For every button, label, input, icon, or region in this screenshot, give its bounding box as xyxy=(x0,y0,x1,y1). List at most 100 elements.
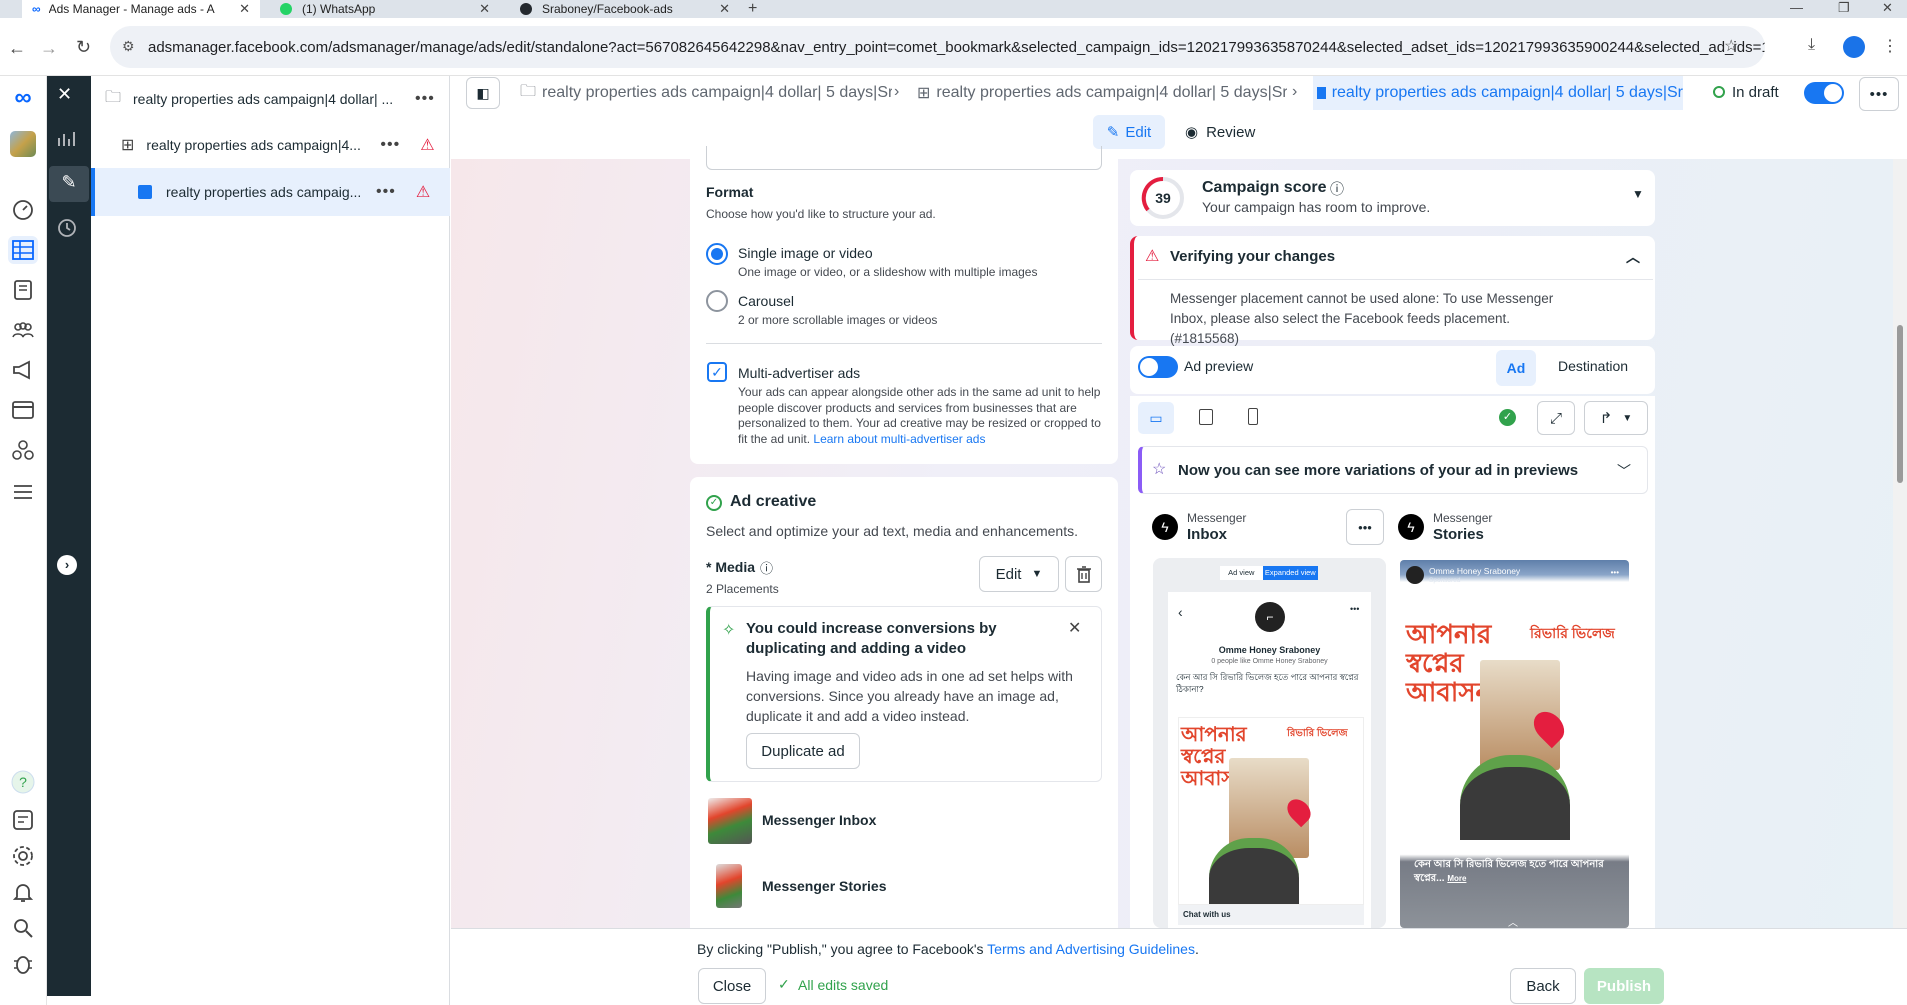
back-button[interactable]: Back xyxy=(1510,968,1576,1004)
review-mode-tab[interactable]: ◉ Review xyxy=(1185,115,1265,149)
more-options-button[interactable]: ••• xyxy=(1859,77,1899,111)
close-tip-icon[interactable]: ✕ xyxy=(1068,618,1081,638)
close-editor-icon[interactable]: ✕ xyxy=(57,84,72,105)
sparkle-icon: ✧ xyxy=(722,622,736,639)
toggle-tree-button[interactable]: ◧ xyxy=(466,77,500,109)
meta-logo-icon[interactable]: ∞ xyxy=(8,84,38,112)
ad-creative-desc: Select and optimize your ad text, media … xyxy=(706,523,1078,539)
publish-notice-text: By clicking "Publish," you agree to Face… xyxy=(697,941,988,957)
browser-tab[interactable]: Sraboney/Facebook-ads ✕ xyxy=(510,0,740,18)
ad-name-input[interactable] xyxy=(706,146,1102,170)
status-label: In draft xyxy=(1732,84,1779,101)
browser-menu-icon[interactable]: ⋮ xyxy=(1882,36,1898,56)
publish-button[interactable]: Publish xyxy=(1584,968,1664,1004)
preview-destination-tab[interactable]: Destination xyxy=(1558,358,1628,374)
business-tools-icon[interactable] xyxy=(8,436,38,464)
more-options-button[interactable]: ••• xyxy=(1346,509,1384,545)
expand-panel-icon[interactable]: › xyxy=(57,555,77,575)
maximize-icon[interactable]: ❐ xyxy=(1838,0,1850,16)
delete-media-button[interactable] xyxy=(1065,556,1102,592)
close-icon[interactable]: ✕ xyxy=(479,1,490,17)
more-options-icon[interactable]: ••• xyxy=(380,136,400,154)
audiences-icon[interactable] xyxy=(8,316,38,344)
chevron-down-icon: ﹀ xyxy=(1617,463,1631,479)
chart-icon[interactable] xyxy=(57,130,77,148)
divider xyxy=(706,343,1102,344)
close-button[interactable]: Close xyxy=(698,968,766,1004)
view-switch[interactable]: Ad view Expanded view xyxy=(1220,566,1318,580)
profile-avatar[interactable] xyxy=(1843,36,1865,58)
close-icon[interactable]: ✕ xyxy=(719,1,730,17)
tree-item-ad[interactable]: realty properties ads campaig... ••• ⚠ xyxy=(91,168,450,216)
desktop-view-icon[interactable] xyxy=(1199,409,1213,425)
forward-icon[interactable]: → xyxy=(40,38,58,59)
scrollbar-thumb[interactable] xyxy=(1897,325,1903,483)
megaphone-icon[interactable] xyxy=(8,356,38,384)
reload-icon[interactable]: ↻ xyxy=(76,37,91,58)
review-mode-label: Review xyxy=(1206,123,1256,141)
breadcrumb-ad[interactable]: realty properties ads campaign|4 dollar|… xyxy=(1313,76,1683,110)
carousel-radio[interactable] xyxy=(706,290,728,312)
star-icon[interactable]: ☆ xyxy=(1724,36,1738,56)
media-edit-dropdown[interactable]: Edit ▼ xyxy=(979,556,1059,592)
breadcrumb-campaign[interactable]: 🗀 realty properties ads campaign|4 dolla… xyxy=(520,76,892,110)
more-options-icon[interactable]: ••• xyxy=(415,90,435,108)
score-subtitle: Your campaign has room to improve. xyxy=(1202,199,1431,215)
reports-icon[interactable] xyxy=(8,806,38,834)
expanded-view-tab[interactable]: Expanded view xyxy=(1262,566,1318,580)
site-settings-icon[interactable]: ⚙ xyxy=(122,38,135,55)
edit-pencil-button[interactable]: ✎ xyxy=(49,166,89,202)
ad-view-tab[interactable]: Ad view xyxy=(1220,566,1263,580)
download-icon[interactable]: ⤓ xyxy=(1808,36,1815,54)
ad-preview-toggle[interactable] xyxy=(1138,356,1178,378)
bug-report-icon[interactable] xyxy=(8,950,38,978)
active-indicator xyxy=(91,168,95,216)
chevron-up-icon[interactable]: ︿ xyxy=(1626,247,1640,267)
more-options-icon[interactable]: ••• xyxy=(376,183,396,201)
dashboard-icon[interactable] xyxy=(8,196,38,224)
back-icon[interactable]: ← xyxy=(8,38,26,59)
tree-item-campaign[interactable]: 🗀 realty properties ads campaign|4 dolla… xyxy=(91,76,450,122)
history-clock-icon[interactable] xyxy=(57,218,77,238)
multi-advertiser-link[interactable]: Learn about multi-advertiser ads xyxy=(813,432,985,446)
campaigns-icon[interactable] xyxy=(8,236,38,264)
preview-ad-tab[interactable]: Ad xyxy=(1496,350,1536,386)
image-brand: রিভারি ভিলেজ xyxy=(1530,625,1615,641)
media-edit-label: Edit xyxy=(995,565,1022,583)
duplicate-ad-button[interactable]: Duplicate ad xyxy=(746,733,860,769)
pages-icon[interactable] xyxy=(8,276,38,304)
info-icon[interactable]: ⓘ xyxy=(1330,179,1344,199)
terms-link[interactable]: Terms and Advertising Guidelines xyxy=(987,941,1195,957)
multi-advertiser-checkbox[interactable]: ✓ xyxy=(707,362,727,382)
notifications-bell-icon[interactable] xyxy=(8,878,38,906)
close-window-icon[interactable]: ✕ xyxy=(1882,0,1893,16)
multi-device-icon[interactable]: ▭ xyxy=(1138,402,1174,434)
divider xyxy=(1138,279,1653,280)
edit-mode-tab[interactable]: ✎ Edit xyxy=(1093,115,1165,149)
scrollbar[interactable] xyxy=(1893,159,1907,928)
browser-tab[interactable]: ∞ Ads Manager - Manage ads - A ✕ xyxy=(22,0,260,18)
share-dropdown[interactable]: ↱ ▼ xyxy=(1584,401,1648,435)
single-image-radio[interactable] xyxy=(706,243,728,265)
settings-gear-icon[interactable] xyxy=(8,842,38,870)
expand-icon: ⤢ xyxy=(1549,409,1562,427)
hamburger-menu-icon[interactable] xyxy=(8,478,38,506)
account-avatar[interactable] xyxy=(8,130,38,158)
mobile-view-icon[interactable] xyxy=(1248,408,1258,425)
info-icon[interactable]: ⓘ xyxy=(760,558,773,577)
caret-down-icon[interactable]: ▼ xyxy=(1632,187,1644,201)
new-tab-icon[interactable]: + xyxy=(748,0,757,18)
browser-tab[interactable]: (1) WhatsApp ✕ xyxy=(270,0,500,18)
minimize-icon[interactable]: — xyxy=(1790,0,1803,15)
expand-preview-button[interactable]: ⤢ xyxy=(1537,401,1575,435)
url-input[interactable]: adsmanager.facebook.com/adsmanager/manag… xyxy=(110,26,1765,68)
search-icon[interactable] xyxy=(8,914,38,942)
breadcrumb-adset[interactable]: ⊞ realty properties ads campaign|4 dolla… xyxy=(917,76,1287,110)
help-icon[interactable]: ? xyxy=(8,768,38,796)
trash-icon xyxy=(1076,566,1091,583)
close-icon[interactable]: ✕ xyxy=(239,1,250,17)
tree-item-adset[interactable]: ⊞ realty properties ads campaign|4... ••… xyxy=(91,122,450,168)
github-icon xyxy=(520,3,532,15)
billing-card-icon[interactable] xyxy=(8,396,38,424)
campaign-toggle[interactable] xyxy=(1804,82,1844,104)
